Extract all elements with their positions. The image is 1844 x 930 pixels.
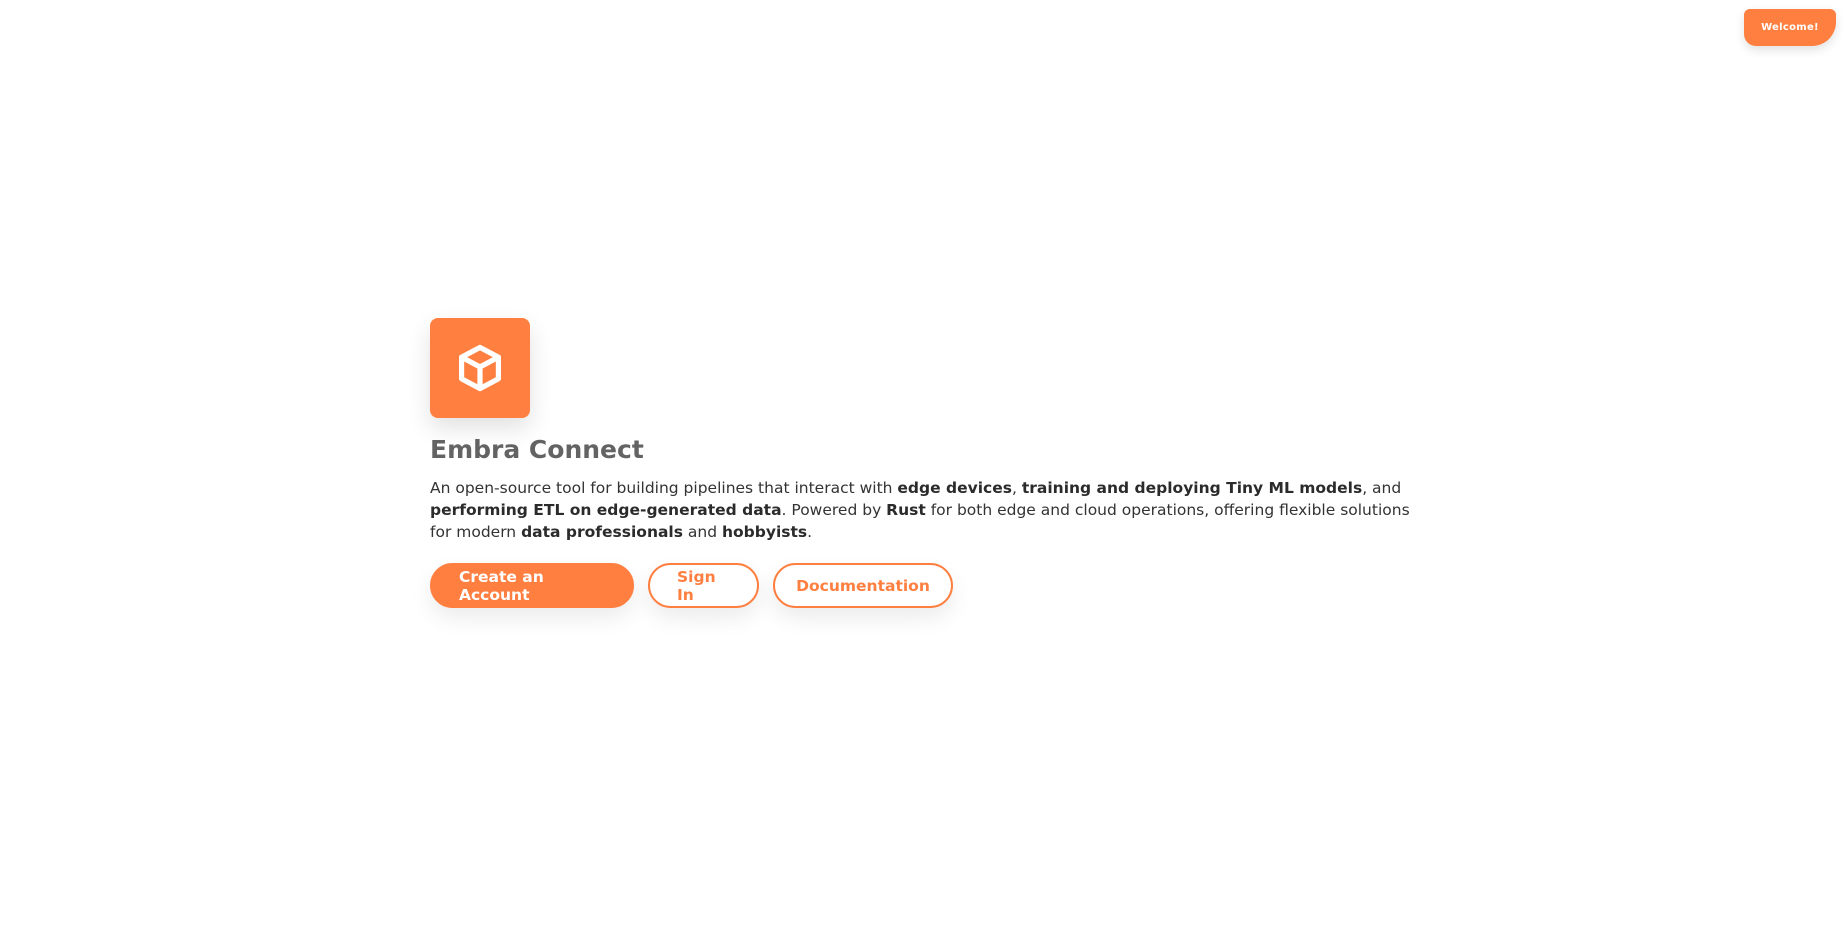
cube-icon (458, 344, 502, 392)
app-description: An open-source tool for building pipelin… (430, 477, 1430, 543)
description-text: . Powered by (781, 501, 887, 519)
sign-in-button[interactable]: Sign In (648, 563, 759, 608)
welcome-badge[interactable]: Welcome! (1744, 9, 1836, 46)
description-emphasis: data professionals (521, 523, 683, 541)
page-title: Embra Connect (430, 435, 644, 464)
description-text: , (1011, 479, 1022, 497)
documentation-button[interactable]: Documentation (773, 563, 953, 608)
description-emphasis: performing ETL on edge-generated data (430, 501, 782, 519)
description-emphasis: Rust (886, 501, 926, 519)
description-text: and (682, 523, 722, 541)
landing-page: Welcome! Embra Connect An open-source to… (0, 0, 1844, 930)
create-account-button[interactable]: Create an Account (430, 563, 634, 608)
hero-section: Embra Connect An open-source tool for bu… (430, 318, 1430, 608)
description-emphasis: training and deploying Tiny ML models (1021, 479, 1363, 497)
action-buttons: Create an Account Sign In Documentation (430, 563, 1430, 608)
description-emphasis: hobbyists (722, 523, 808, 541)
description-text: An open-source tool for building pipelin… (430, 479, 898, 497)
description-emphasis: edge devices (897, 479, 1012, 497)
description-text: . (807, 523, 813, 541)
app-logo (430, 318, 530, 418)
description-text: , and (1362, 479, 1402, 497)
